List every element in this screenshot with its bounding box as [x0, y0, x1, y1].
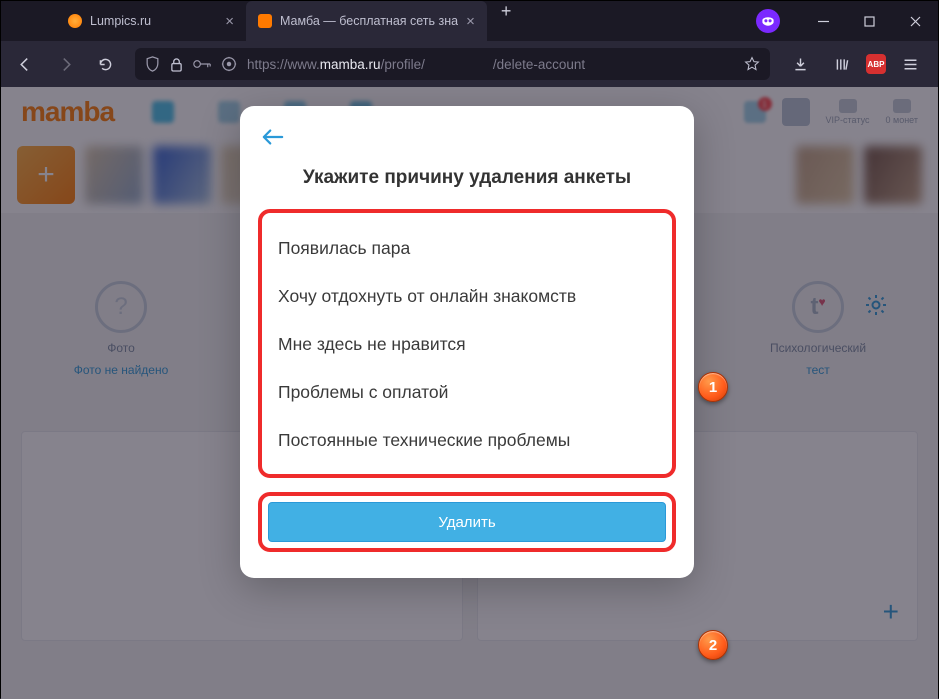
close-icon[interactable]: ×: [466, 13, 475, 30]
annotation-callout-1: 1: [698, 372, 728, 402]
reason-option[interactable]: Проблемы с оплатой: [276, 369, 658, 417]
tab-title: Мамба — бесплатная сеть зна: [280, 14, 458, 28]
new-tab-button[interactable]: +: [487, 1, 526, 41]
delete-button[interactable]: Удалить: [268, 502, 666, 542]
reason-option[interactable]: Мне здесь не нравится: [276, 321, 658, 369]
reason-option[interactable]: Появилась пара: [276, 225, 658, 273]
browser-toolbar: https://www.mamba.ru/profile//delete-acc…: [1, 41, 938, 87]
browser-tab-lumpics[interactable]: Lumpics.ru ×: [56, 1, 246, 41]
vpn-mask-icon[interactable]: [756, 9, 780, 33]
bookmark-star-icon[interactable]: [744, 56, 760, 72]
library-button[interactable]: [824, 48, 860, 80]
delete-reason-modal: Укажите причину удаления анкеты Появилас…: [240, 106, 694, 578]
tab-strip: Lumpics.ru × Мамба — бесплатная сеть зна…: [1, 1, 525, 41]
toolbar-extensions: ABP: [782, 48, 928, 80]
close-icon[interactable]: ×: [225, 13, 234, 30]
reason-option[interactable]: Постоянные технические проблемы: [276, 417, 658, 465]
annotation-callout-2: 2: [698, 630, 728, 660]
abp-extension-icon[interactable]: ABP: [866, 54, 886, 74]
app-menu-button[interactable]: [892, 48, 928, 80]
shield-icon: [145, 56, 160, 72]
window-maximize[interactable]: [846, 1, 892, 41]
window-titlebar: Lumpics.ru × Мамба — бесплатная сеть зна…: [1, 1, 938, 41]
favicon-lumpics: [68, 14, 82, 28]
modal-title: Укажите причину удаления анкеты: [240, 155, 694, 209]
tracker-icon: [221, 56, 237, 72]
modal-back-button[interactable]: [240, 128, 694, 155]
downloads-button[interactable]: [782, 48, 818, 80]
window-controls: [756, 1, 938, 41]
browser-tab-mamba[interactable]: Мамба — бесплатная сеть зна ×: [246, 1, 487, 41]
nav-reload-button[interactable]: [87, 48, 123, 80]
url-bar[interactable]: https://www.mamba.ru/profile//delete-acc…: [135, 48, 770, 80]
nav-back-button[interactable]: [7, 48, 43, 80]
lock-icon: [170, 57, 183, 72]
window-close[interactable]: [892, 1, 938, 41]
url-text: https://www.mamba.ru/profile//delete-acc…: [247, 57, 585, 72]
nav-forward-button[interactable]: [47, 48, 83, 80]
favicon-mamba: [258, 14, 272, 28]
tab-title: Lumpics.ru: [90, 14, 217, 28]
delete-button-wrap: Удалить: [258, 492, 676, 552]
reason-options-group: Появилась пара Хочу отдохнуть от онлайн …: [258, 209, 676, 478]
key-icon: [193, 57, 211, 71]
reason-option[interactable]: Хочу отдохнуть от онлайн знакомств: [276, 273, 658, 321]
page-content: mamba 1 VIP-статус 0 монет +: [1, 87, 938, 699]
window-minimize[interactable]: [800, 1, 846, 41]
